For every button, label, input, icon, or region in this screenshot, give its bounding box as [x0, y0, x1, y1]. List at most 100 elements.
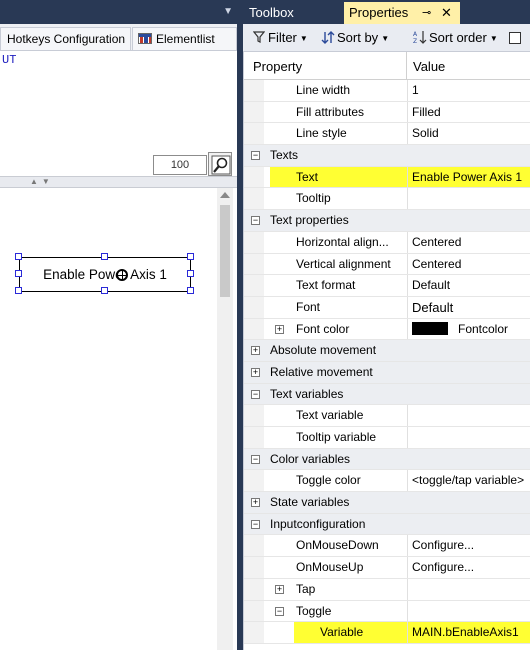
row-gutter: [244, 470, 264, 492]
resize-handle-top[interactable]: [101, 253, 108, 260]
tab-elementlist-label: Elementlist: [156, 32, 215, 46]
property-category-row[interactable]: − Texts: [244, 145, 530, 167]
color-name: Fontcolor: [458, 321, 509, 336]
property-row[interactable]: − Toggle: [244, 600, 530, 623]
expand-icon[interactable]: +: [251, 498, 260, 508]
dropdown-arrow-icon[interactable]: ▼: [223, 6, 233, 17]
property-value[interactable]: Enable Power Axis 1: [407, 166, 530, 188]
property-row[interactable]: Toggle color <toggle/tap variable>: [244, 470, 530, 493]
property-row[interactable]: Fill attributes Filled: [244, 101, 530, 124]
collapse-icon[interactable]: −: [251, 519, 260, 529]
toolbar-extra-button[interactable]: [509, 32, 521, 44]
property-row[interactable]: Vertical alignment Centered: [244, 253, 530, 276]
row-gutter: [244, 405, 264, 426]
property-name: OnMouseUp: [296, 560, 364, 575]
property-row[interactable]: Text variable: [244, 405, 530, 427]
collapse-icon[interactable]: −: [251, 454, 260, 464]
column-header-value[interactable]: Value: [413, 59, 445, 74]
expand-icon[interactable]: +: [251, 346, 260, 356]
property-value[interactable]: [407, 427, 530, 448]
property-row[interactable]: Text format Default: [244, 275, 530, 297]
code-editor[interactable]: UT 100: [0, 51, 237, 176]
pin-icon[interactable]: ⊸: [422, 2, 431, 24]
filter-button[interactable]: Filter ▼: [252, 30, 308, 46]
column-divider[interactable]: [406, 52, 407, 80]
scroll-up-icon[interactable]: [220, 192, 230, 198]
resize-handle-left[interactable]: [15, 270, 22, 277]
property-name: Tooltip: [296, 191, 331, 206]
property-value: [407, 578, 530, 600]
resize-handle-bottom-right[interactable]: [187, 287, 194, 294]
tab-elementlist[interactable]: Elementlist: [132, 27, 237, 50]
property-value[interactable]: Default: [407, 275, 530, 296]
row-gutter: [244, 188, 264, 210]
property-row[interactable]: Font Default: [244, 296, 530, 319]
property-name: Toggle: [296, 603, 332, 618]
property-row[interactable]: Line style Solid: [244, 123, 530, 146]
collapse-icon[interactable]: −: [251, 151, 260, 161]
property-name: Tap: [296, 581, 316, 596]
property-row[interactable]: + Tap: [244, 578, 530, 601]
property-value[interactable]: 1: [407, 80, 530, 101]
canvas-scrollbar[interactable]: [217, 188, 233, 650]
collapse-icon[interactable]: −: [251, 389, 260, 399]
close-icon[interactable]: ✕: [441, 2, 452, 24]
property-value[interactable]: [407, 405, 530, 426]
property-name: Horizontal align...: [296, 234, 389, 249]
property-value[interactable]: MAIN.bEnableAxis1: [407, 622, 530, 643]
property-value[interactable]: Configure...: [407, 535, 530, 557]
row-gutter: [244, 622, 264, 643]
property-row[interactable]: OnMouseDown Configure...: [244, 535, 530, 558]
sort-order-button[interactable]: A Z Sort order ▼: [413, 30, 498, 46]
collapse-icon[interactable]: −: [251, 216, 260, 226]
tab-properties[interactable]: Properties ⊸ ✕: [344, 2, 460, 24]
property-value[interactable]: Centered: [407, 253, 530, 275]
resize-handle-top-left[interactable]: [15, 253, 22, 260]
column-header-property[interactable]: Property: [253, 59, 302, 74]
sort-by-button[interactable]: Sort by ▼: [321, 30, 389, 46]
expand-icon[interactable]: +: [275, 324, 284, 334]
property-category-row[interactable]: + State variables: [244, 492, 530, 514]
property-category-row[interactable]: − Inputconfiguration: [244, 513, 530, 536]
resize-handle-right[interactable]: [187, 270, 194, 277]
property-row[interactable]: Text Enable Power Axis 1: [244, 166, 530, 189]
property-row[interactable]: Tooltip: [244, 188, 530, 211]
property-category-row[interactable]: − Color variables: [244, 448, 530, 471]
property-name: Color variables: [270, 451, 351, 466]
property-row[interactable]: OnMouseUp Configure...: [244, 557, 530, 579]
expand-icon[interactable]: +: [251, 367, 260, 377]
tab-toolbox[interactable]: Toolbox: [243, 2, 300, 24]
expand-icon[interactable]: +: [275, 584, 284, 594]
property-category-row[interactable]: + Relative movement: [244, 361, 530, 384]
property-category-row[interactable]: + Absolute movement: [244, 340, 530, 362]
tab-hotkeys-configuration[interactable]: Hotkeys Configuration: [0, 27, 131, 50]
row-gutter: [244, 427, 264, 448]
zoom-button[interactable]: [208, 152, 232, 176]
zoom-field[interactable]: 100: [153, 155, 207, 175]
property-row[interactable]: Line width 1: [244, 80, 530, 102]
resize-handle-bottom[interactable]: [101, 287, 108, 294]
property-grid-header: Property Value: [244, 52, 530, 80]
properties-toolbar: Filter ▼ Sort by ▼ A Z Sort order ▼: [243, 24, 530, 52]
collapse-icon[interactable]: −: [275, 606, 284, 616]
property-value[interactable]: [407, 188, 530, 210]
resize-handle-top-right[interactable]: [187, 253, 194, 260]
svg-text:Z: Z: [413, 38, 417, 44]
property-value[interactable]: Solid: [407, 123, 530, 145]
property-category-row[interactable]: − Text properties: [244, 210, 530, 232]
property-row[interactable]: + Font color Fontcolor: [244, 318, 530, 341]
property-row[interactable]: Tooltip variable: [244, 427, 530, 449]
visualization-editor-pane: ▼ Hotkeys Configuration Elementlist UT 1…: [0, 0, 237, 650]
property-value[interactable]: Configure...: [407, 557, 530, 578]
property-category-row[interactable]: − Text variables: [244, 383, 530, 406]
property-value[interactable]: <toggle/tap variable>: [407, 470, 530, 492]
property-row[interactable]: Variable MAIN.bEnableAxis1: [244, 622, 530, 644]
property-value[interactable]: Centered: [407, 231, 530, 253]
property-row[interactable]: Horizontal align... Centered: [244, 231, 530, 254]
pane-splitter[interactable]: ▲▼: [0, 176, 237, 188]
property-value[interactable]: Filled: [407, 101, 530, 123]
scroll-thumb[interactable]: [220, 205, 230, 297]
property-value[interactable]: Default: [407, 296, 530, 318]
resize-handle-bottom-left[interactable]: [15, 287, 22, 294]
property-value[interactable]: Fontcolor: [407, 318, 530, 340]
